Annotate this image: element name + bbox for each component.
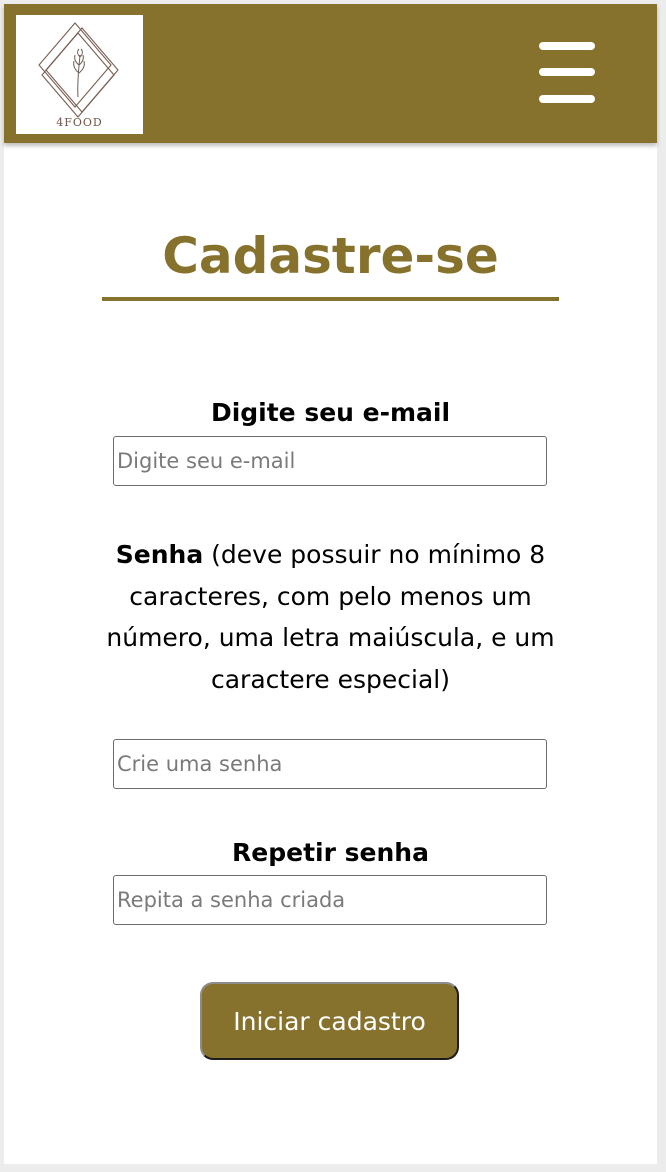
- logo-text: 4FOOD: [56, 116, 103, 129]
- email-label: Digite seu e-mail: [210, 398, 451, 427]
- password-field[interactable]: [113, 739, 547, 789]
- title-underline: [102, 297, 559, 301]
- page: 4FOOD Cadastre-se Digite seu e-mail Senh…: [4, 4, 657, 1164]
- repeat-password-label: Repetir senha: [232, 838, 429, 867]
- wheat-diamond-logo-icon: [38, 22, 119, 118]
- hamburger-menu-button[interactable]: [535, 40, 595, 108]
- page-title: Cadastre-se: [162, 227, 499, 285]
- logo[interactable]: 4FOOD: [16, 15, 143, 134]
- repeat-password-field[interactable]: [113, 875, 547, 925]
- password-label-bold: Senha: [115, 540, 204, 569]
- password-label: Senha (deve possuir no mínimo 8 caracter…: [102, 534, 559, 700]
- site-header: 4FOOD: [4, 4, 657, 143]
- email-field[interactable]: [113, 436, 547, 486]
- hamburger-menu-icon-bar-bottom: [539, 95, 595, 103]
- hamburger-menu-icon-bar-top: [539, 42, 595, 50]
- hamburger-menu-icon-bar-middle: [539, 68, 595, 76]
- start-registration-button[interactable]: Iniciar cadastro: [200, 982, 459, 1060]
